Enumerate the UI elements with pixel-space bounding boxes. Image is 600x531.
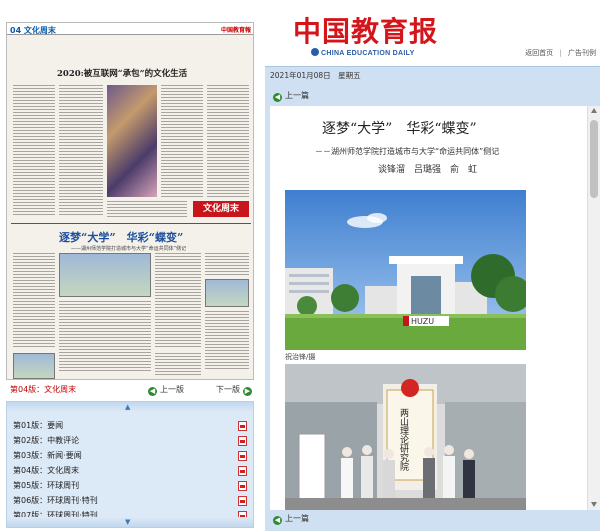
- article-authors: 谈锋溜 吕璐强 俞 虹: [378, 165, 478, 175]
- paper-photo: [59, 253, 151, 297]
- pdf-icon[interactable]: [238, 481, 247, 491]
- paper-text-column: [59, 301, 151, 371]
- list-scroll-down[interactable]: ▼: [7, 517, 253, 527]
- paper-topbar: 04 文化周末 中国教育報: [7, 23, 253, 35]
- group-photo-illustration: 两山理论研究院: [285, 364, 526, 510]
- scroll-up-arrow-icon[interactable]: [591, 108, 597, 113]
- paper-headline-top[interactable]: 2020:被互联网“承包”的文化生活: [57, 67, 187, 79]
- paper-artwork: [107, 85, 157, 197]
- article-scrollbar[interactable]: [587, 106, 600, 510]
- edition-list: ▲ 第01版：要闻 第02版：中教评论 第03版：新闻·要闻 第04版：文化周末…: [6, 401, 254, 528]
- edition-item[interactable]: 第05版：环球周刊: [13, 480, 249, 495]
- edition-item-label: 第03版：新闻·要闻: [13, 451, 82, 460]
- prev-article-bottom-label: 上一篇: [285, 514, 309, 523]
- arrow-left-icon: ◀: [148, 387, 157, 396]
- arrow-left-icon: ◀: [273, 516, 282, 525]
- list-scroll-up[interactable]: ▲: [7, 402, 253, 412]
- paper-text-column: [107, 201, 187, 217]
- edition-item-label: 第01版：要闻: [13, 421, 64, 430]
- prev-edition-label: 上一版: [160, 385, 184, 394]
- paper-text-column: [207, 85, 249, 197]
- photo-caption: 祝治锋/摄: [285, 353, 316, 361]
- site-logo[interactable]: 中国教育报: [293, 10, 438, 50]
- date-bar: 2021年01月08日 星期五: [265, 66, 600, 82]
- paper-photo: [13, 353, 55, 379]
- prev-edition-button[interactable]: ◀ 上一版: [148, 384, 184, 396]
- prev-article-bottom-button[interactable]: ◀ 上一篇: [273, 513, 309, 525]
- campus-gate-illustration: HUZU: [285, 190, 526, 350]
- paper-text-column: [59, 85, 103, 215]
- paper-text-column: [13, 85, 55, 215]
- edition-item-label: 第06版：环球周刊·特刊: [13, 496, 98, 505]
- paper-photo: [205, 279, 249, 307]
- paper-text-column: [205, 253, 249, 277]
- paper-headline-main-sub: ——湖州师范学院打造城市与大学“命运共同体”侧记: [71, 246, 187, 252]
- paper-text-column: [155, 353, 201, 375]
- edition-item-label: 第02版：中教评论: [13, 436, 80, 445]
- paper-text-column: [155, 253, 201, 349]
- chevron-down-icon: ▼: [125, 518, 131, 526]
- ad-rates-link[interactable]: 广告刊例: [568, 49, 596, 57]
- pdf-icon[interactable]: [238, 451, 247, 461]
- paper-section-stamp: 文化周末: [193, 201, 249, 217]
- article-subtitle: －－湖州师范学院打造城市与大学“命运共同体”侧记: [315, 147, 500, 156]
- next-edition-button[interactable]: 下一版 ▶: [216, 384, 252, 396]
- current-edition-label: 第04版：文化周末: [10, 385, 77, 394]
- paper-text-column: [13, 253, 55, 349]
- header-separator: |: [559, 49, 562, 57]
- scroll-down-arrow-icon[interactable]: [591, 502, 597, 507]
- arrow-right-icon: ▶: [243, 387, 252, 396]
- edition-item-label: 第05版：环球周刊: [13, 481, 80, 490]
- next-edition-label: 下一版: [216, 385, 240, 394]
- pdf-icon[interactable]: [238, 421, 247, 431]
- campus-gate-photo: HUZU: [285, 190, 526, 350]
- paper-masthead: 中国教育報: [220, 27, 251, 34]
- scroll-thumb[interactable]: [590, 120, 598, 198]
- group-photo: 两山理论研究院: [285, 364, 526, 510]
- prev-article-button[interactable]: ◀ 上一篇: [273, 90, 309, 102]
- globe-icon: [311, 48, 319, 56]
- pdf-icon[interactable]: [238, 466, 247, 476]
- paper-text-column: [205, 311, 249, 371]
- issue-date: 2021年01月08日 星期五: [270, 71, 361, 80]
- site-logo-subtitle: CHINA EDUCATION DAILY: [311, 48, 415, 57]
- edition-item[interactable]: 第01版：要闻: [13, 420, 249, 435]
- paper-headline-main[interactable]: 逐梦“大学” 华彩“蝶变”: [59, 229, 183, 245]
- edition-item[interactable]: 第03版：新闻·要闻: [13, 450, 249, 465]
- prev-article-label: 上一篇: [285, 91, 309, 100]
- home-link[interactable]: 返回首页: [525, 49, 553, 57]
- article-title: 逐梦“大学” 华彩“蝶变”: [322, 121, 477, 137]
- chevron-up-icon: ▲: [125, 403, 131, 411]
- arrow-left-icon: ◀: [273, 93, 282, 102]
- article-nav-top: ◀ 上一篇: [265, 86, 600, 104]
- paper-divider: [11, 223, 251, 224]
- logo-sub-text: CHINA EDUCATION DAILY: [321, 50, 415, 57]
- edition-item[interactable]: 第02版：中教评论: [13, 435, 249, 450]
- paper-edition-tag: 04 文化周末: [10, 26, 56, 35]
- edition-item[interactable]: 第04版：文化周末: [13, 465, 249, 480]
- edition-item-label: 第04版：文化周末: [13, 466, 80, 475]
- header-links: 返回首页 | 广告刊例: [525, 48, 596, 58]
- paper-navigation: 第04版：文化周末 ◀ 上一版 下一版 ▶: [6, 380, 254, 398]
- pdf-icon[interactable]: [238, 436, 247, 446]
- paper-text-column: [161, 85, 203, 197]
- campus-sign-text: HUZU: [411, 317, 434, 326]
- newspaper-page-image[interactable]: 04 文化周末 中国教育報 2020:被互联网“承包”的文化生活 文化周末 逐梦…: [6, 22, 254, 380]
- plaque-text: 两山理论研究院: [398, 408, 409, 472]
- pdf-icon[interactable]: [238, 496, 247, 506]
- article-nav-bottom: ◀ 上一篇: [265, 510, 600, 531]
- article-content: 逐梦“大学” 华彩“蝶变” －－湖州师范学院打造城市与大学“命运共同体”侧记 谈…: [270, 106, 600, 510]
- edition-item[interactable]: 第06版：环球周刊·特刊: [13, 495, 249, 510]
